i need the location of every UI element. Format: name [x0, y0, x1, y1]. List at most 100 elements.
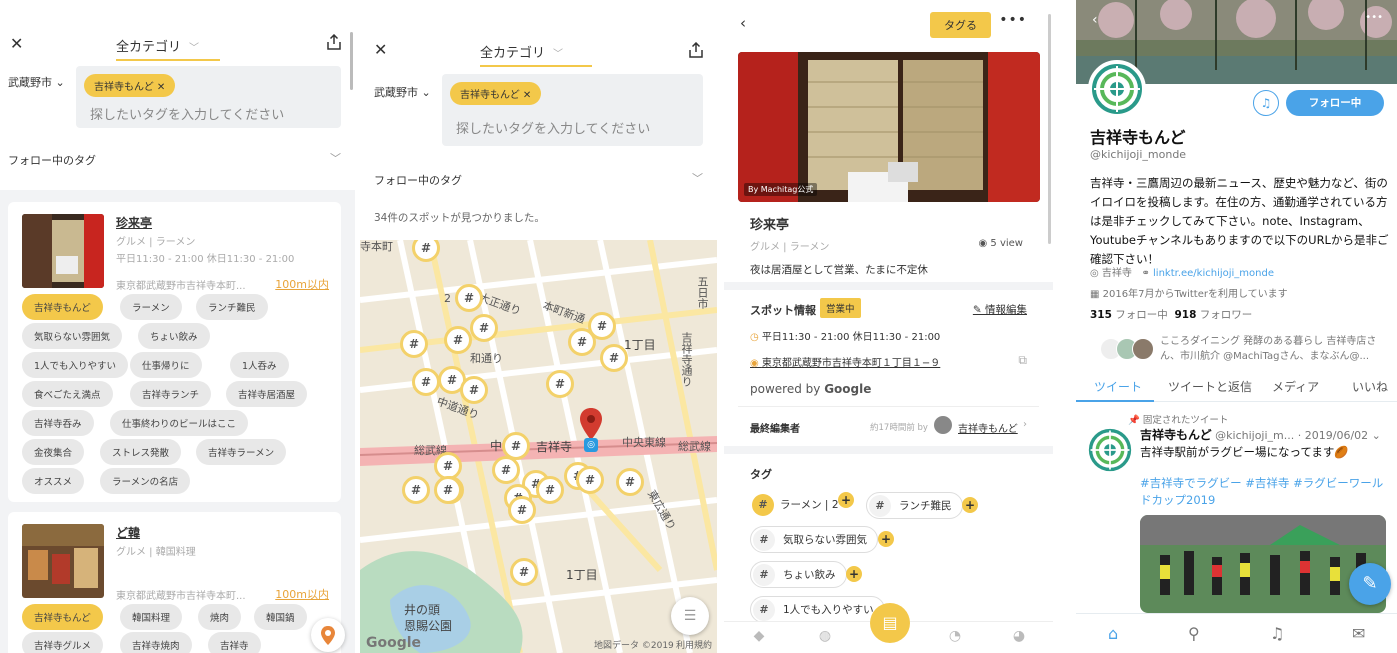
tag-search-input[interactable]: 探したいタグを入力してください: [90, 104, 284, 123]
compose-tweet-button[interactable]: ✎: [1349, 563, 1391, 605]
map-pin[interactable]: #: [576, 466, 604, 494]
selected-tag-chip[interactable]: 吉祥寺もんど ✕: [450, 82, 542, 105]
detail-tag[interactable]: # 気取らない雰囲気: [750, 526, 878, 553]
followed-by-text[interactable]: こころダイニング 発酵のある暮らし 吉祥寺店さん、市川航介 @MachiTagさ…: [1160, 334, 1388, 364]
add-tag-icon[interactable]: +: [846, 566, 862, 582]
tag-chip[interactable]: 吉祥寺ランチ: [130, 381, 212, 407]
tag-chip[interactable]: 韓国料理: [120, 604, 183, 630]
spot-card[interactable]: ど韓 グルメ | 韓国料理 東京都武蔵野市吉祥寺本町... 100m以内 吉祥寺…: [8, 512, 341, 653]
city-select[interactable]: 武蔵野市 ⌄: [8, 74, 65, 90]
detail-tag[interactable]: # ちょい飲み: [750, 561, 847, 588]
user-icon[interactable]: ◕: [1010, 628, 1028, 646]
tag-chip[interactable]: ちょい飲み: [138, 323, 210, 349]
map-pin[interactable]: #: [402, 476, 430, 504]
tweet-photo[interactable]: [1140, 515, 1386, 613]
tag-chip[interactable]: ランチ難民: [196, 294, 268, 320]
notification-bell-icon[interactable]: ♫: [1253, 90, 1279, 116]
tweet-hashtags[interactable]: #吉祥寺でラグビー #吉祥寺 #ラグビーワールドカップ2019: [1140, 475, 1390, 509]
tag-chip[interactable]: 1人呑み: [230, 352, 289, 378]
tag-button[interactable]: タグる: [930, 12, 991, 38]
detail-tag[interactable]: #1人でも入りやすい: [750, 596, 885, 623]
map-view[interactable]: 寺本町 2 大正通り 本町新通 五日市 吉祥寺通り 和通り 1丁目 中道通り 総…: [360, 240, 717, 653]
add-tag-icon[interactable]: +: [878, 531, 894, 547]
close-icon[interactable]: ✕: [374, 40, 387, 59]
map-pin[interactable]: #: [510, 558, 538, 586]
tag-chip[interactable]: 韓国鍋: [254, 604, 307, 630]
map-pin[interactable]: #: [412, 368, 440, 396]
tag-chip[interactable]: ストレス発散: [100, 439, 182, 465]
follow-tags-toggle[interactable]: フォロー中のタグ ﹀: [374, 172, 703, 188]
people-icon[interactable]: ◍: [816, 628, 834, 646]
back-icon[interactable]: ‹: [1092, 12, 1098, 28]
tag-chip[interactable]: 吉祥寺: [208, 632, 261, 653]
spot-name[interactable]: ど韓: [116, 524, 140, 541]
list-view-button[interactable]: ☰: [671, 597, 709, 635]
add-tag-icon[interactable]: +: [962, 497, 978, 513]
detail-tag[interactable]: # ランチ難民: [866, 492, 963, 519]
selected-tag-chip[interactable]: 吉祥寺もんど ✕: [84, 74, 176, 97]
external-link-icon[interactable]: ⧉: [1018, 353, 1027, 368]
remove-tag-icon[interactable]: ✕: [523, 90, 531, 101]
tag-chip[interactable]: 吉祥寺グルメ: [22, 632, 104, 653]
following-count[interactable]: 315 フォロー中: [1090, 309, 1168, 321]
tab-likes[interactable]: いいね: [1352, 378, 1388, 395]
following-button[interactable]: フォロー中: [1286, 90, 1384, 116]
tag-search-box[interactable]: 吉祥寺もんど ✕ 探したいタグを入力してください: [442, 74, 703, 146]
tag-chip[interactable]: ラーメンの名店: [100, 468, 191, 494]
last-editor-link[interactable]: 吉祥寺もんど: [958, 420, 1018, 435]
back-icon[interactable]: ‹: [740, 14, 746, 32]
map-terms-link[interactable]: 利用規約: [676, 638, 712, 651]
tweet-avatar[interactable]: [1088, 428, 1132, 472]
map-pin[interactable]: #: [460, 376, 488, 404]
share-icon[interactable]: [327, 34, 341, 50]
follow-tags-toggle[interactable]: フォロー中のタグ ﹀: [8, 152, 341, 168]
more-icon[interactable]: •••: [999, 12, 1027, 28]
map-pin[interactable]: #: [492, 456, 520, 484]
tab-media[interactable]: メディア: [1272, 378, 1319, 395]
spot-name[interactable]: 珍来亭: [116, 214, 152, 231]
home-icon[interactable]: ⌂: [1108, 624, 1118, 643]
map-pin[interactable]: #: [444, 326, 472, 354]
map-pin[interactable]: #: [434, 476, 462, 504]
spot-address-link[interactable]: ◉ 東京都武蔵野市吉祥寺本町１丁目１−９: [750, 354, 940, 369]
tag-chip[interactable]: 1人でも入りやすい: [22, 352, 129, 378]
tag-chip[interactable]: 仕事終わりのビールはここ: [110, 410, 249, 436]
tag-chip[interactable]: 気取らない雰囲気: [22, 323, 123, 349]
tag-search-input[interactable]: 探したいタグを入力してください: [456, 118, 650, 137]
tab-tweets[interactable]: ツイート: [1094, 378, 1142, 395]
tag-chip[interactable]: ラーメン: [120, 294, 182, 320]
map-pin[interactable]: #: [616, 468, 644, 496]
map-pin[interactable]: #: [546, 370, 574, 398]
profile-avatar[interactable]: [1088, 60, 1146, 118]
edit-info-link[interactable]: ✎ 情報編集: [973, 302, 1027, 317]
map-pin[interactable]: #: [508, 496, 536, 524]
tag-chip[interactable]: 焼肉: [198, 604, 242, 630]
detail-tag[interactable]: # ラーメン | 2: [750, 492, 849, 517]
tag-chip[interactable]: 吉祥寺もんど: [22, 294, 103, 320]
tag-chip[interactable]: 金夜集合: [22, 439, 85, 465]
share-icon[interactable]: [689, 42, 703, 58]
more-icon[interactable]: •••: [1365, 12, 1383, 23]
bell-icon[interactable]: ◔: [946, 628, 964, 646]
chevron-down-icon[interactable]: ⌄: [1372, 429, 1381, 442]
spot-card[interactable]: 珍来亭 グルメ | ラーメン 平日11:30 - 21:00 休日11:30 -…: [8, 202, 341, 502]
mail-icon[interactable]: ✉: [1352, 624, 1365, 643]
tag-chip[interactable]: 食べごたえ満点: [22, 381, 113, 407]
category-select[interactable]: 全カテゴリ ﹀: [116, 36, 220, 61]
tag-chip[interactable]: オススメ: [22, 468, 85, 494]
tag-chip[interactable]: 吉祥寺居酒屋: [226, 381, 308, 407]
tag-chip[interactable]: 仕事帰りに: [130, 352, 202, 378]
search-icon[interactable]: ⚲: [1188, 624, 1200, 643]
tag-chip[interactable]: 吉祥寺ラーメン: [196, 439, 287, 465]
category-select[interactable]: 全カテゴリ ﹀: [480, 42, 592, 67]
tag-chip[interactable]: 吉祥寺焼肉: [120, 632, 192, 653]
add-tag-icon[interactable]: +: [838, 492, 854, 508]
remove-tag-icon[interactable]: ✕: [157, 82, 165, 93]
current-location-pin-icon[interactable]: [580, 408, 602, 440]
tag-search-box[interactable]: 吉祥寺もんど ✕ 探したいタグを入力してください: [76, 66, 341, 128]
scrollbar[interactable]: [350, 32, 353, 90]
map-toggle-button[interactable]: [311, 618, 345, 652]
map-pin[interactable]: #: [455, 284, 483, 312]
tag-chip[interactable]: 吉祥寺呑み: [22, 410, 94, 436]
tag-chip[interactable]: 吉祥寺もんど: [22, 604, 103, 630]
